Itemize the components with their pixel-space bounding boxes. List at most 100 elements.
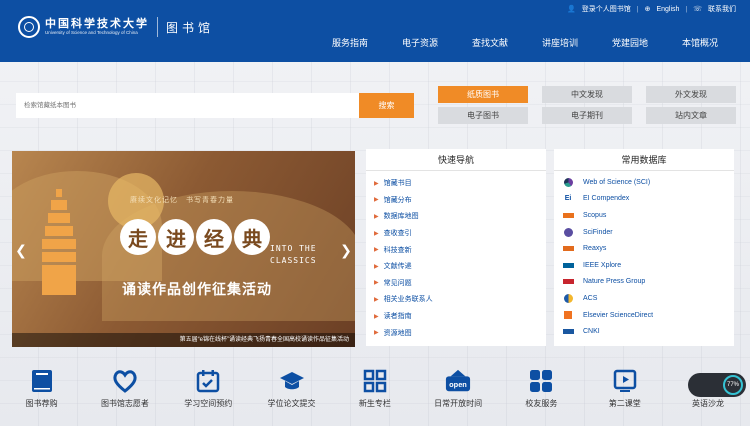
speed-gauge: 77% (723, 375, 743, 395)
quick-nav-item[interactable]: ▶ 资源地图 (374, 324, 546, 341)
quick-nav-panel: 快速导航 ▶ 馆藏书目 ▶ 馆藏分布 ▶ 数据库地图 ▶ 查收查引 ▶ 科技查新 ▶ 文献传… (366, 149, 546, 346)
database-item[interactable]: CNKI (562, 323, 734, 340)
link-contact[interactable]: 联系我们 (708, 4, 736, 14)
link-separator: | (636, 5, 639, 13)
quick-nav-label: 常见问题 (383, 279, 412, 287)
service-label: 新生专栏 (358, 399, 391, 408)
databases-panel: 常用数据库 Web of Science (SCI) Ei EI Compende… (554, 149, 734, 346)
database-item[interactable]: Reaxys (562, 240, 734, 257)
tab-site-articles[interactable]: 站内文章 (646, 107, 736, 124)
search-button[interactable]: 搜索 (359, 93, 414, 118)
quick-nav-title: 快速导航 (366, 149, 546, 171)
heart-hand-icon (112, 368, 138, 394)
database-item[interactable]: ACS (562, 290, 734, 307)
tab-foreign-discovery[interactable]: 外文发现 (646, 86, 736, 103)
nav-lectures[interactable]: 讲座培训 (525, 36, 595, 49)
database-label: CNKI (583, 328, 600, 336)
scifinder-logo-icon (562, 227, 574, 237)
database-item[interactable]: Scopus (562, 207, 734, 224)
university-logo[interactable]: 中国科学技术大学 University of Science and Techn… (18, 16, 214, 38)
quick-nav-item[interactable]: ▶ 相关业务联系人 (374, 291, 546, 308)
database-item[interactable]: SciFinder (562, 224, 734, 241)
banner-title-en: INTO THE CLASSICS (270, 244, 317, 265)
quick-nav-item[interactable]: ▶ 科技查新 (374, 241, 546, 258)
search-input[interactable] (16, 93, 359, 118)
carousel-prev-icon[interactable]: ❮ (14, 242, 28, 258)
open-sign-text: open (449, 380, 467, 389)
nature-logo-icon (562, 277, 574, 287)
banner-subtitle: 诵读作品创作征集活动 (122, 281, 272, 297)
book-icon (29, 368, 55, 394)
tab-print-books[interactable]: 纸质图书 (438, 86, 528, 103)
graduation-cap-icon (279, 368, 305, 394)
tab-e-books[interactable]: 电子图书 (438, 107, 528, 124)
service-freshmen[interactable]: 新生专栏 (333, 366, 416, 426)
triangle-icon: ▶ (374, 313, 379, 320)
phone-icon: ☏ (693, 6, 702, 13)
quick-nav-item[interactable]: ▶ 查收查引 (374, 225, 546, 242)
pagoda-illustration (42, 189, 76, 298)
banner-carousel[interactable]: 赓续文化记忆 书写青春力量 走 进 经 典 INTO THE CLASSICS … (12, 151, 355, 347)
service-thesis-submit[interactable]: 学位论文提交 (250, 366, 333, 426)
database-label: Reaxys (583, 245, 607, 253)
search-bar: 搜索 (16, 93, 414, 118)
database-label: Scopus (583, 211, 607, 219)
banner-slogan: 赓续文化记忆 书写青春力量 (130, 196, 234, 204)
database-item[interactable]: Elsevier ScienceDirect (562, 307, 734, 324)
service-label: 图书馆志愿者 (100, 399, 149, 408)
quick-nav-label: 数据库地图 (383, 213, 419, 221)
quick-nav-label: 读者指南 (383, 313, 412, 321)
service-label: 图书荐购 (25, 399, 58, 408)
quick-nav-item[interactable]: ▶ 馆藏分布 (374, 192, 546, 209)
quick-nav-item[interactable]: ▶ 常见问题 (374, 275, 546, 292)
nav-party[interactable]: 党建园地 (595, 36, 665, 49)
service-study-space[interactable]: 学习空间预约 (167, 366, 250, 426)
tab-chinese-discovery[interactable]: 中文发现 (542, 86, 632, 103)
databases-title: 常用数据库 (554, 149, 734, 171)
triangle-icon: ▶ (374, 197, 379, 204)
service-label: 学位论文提交 (267, 399, 316, 408)
service-volunteers[interactable]: 图书馆志愿者 (83, 366, 166, 426)
grid-icon (362, 368, 388, 394)
database-item[interactable]: Ei EI Compendex (562, 191, 734, 208)
globe-icon: ⊕ (644, 6, 651, 13)
university-seal-icon (18, 16, 40, 38)
nav-e-resources[interactable]: 电子资源 (385, 36, 455, 49)
ei-logo-icon: Ei (564, 195, 572, 203)
university-name-cn: 中国科学技术大学 (45, 17, 149, 30)
quick-nav-label: 资源地图 (383, 329, 412, 337)
database-label: EI Compendex (583, 195, 630, 203)
database-label: Nature Press Group (583, 278, 646, 286)
service-book-recommend[interactable]: 图书荐购 (0, 366, 83, 426)
banner-title-char: 走 (120, 219, 156, 255)
service-label: 日常开放时间 (434, 399, 483, 408)
quick-nav-item[interactable]: ▶ 文献传递 (374, 258, 546, 275)
banner-title-char: 典 (234, 219, 270, 255)
service-opening-hours[interactable]: open 日常开放时间 (416, 366, 499, 426)
network-speed-widget[interactable]: 77% (688, 373, 746, 397)
service-label: 学习空间预约 (184, 399, 233, 408)
quick-nav-item[interactable]: ▶ 数据库地图 (374, 208, 546, 225)
database-item[interactable]: Web of Science (SCI) (562, 174, 734, 191)
link-english[interactable]: English (656, 6, 679, 13)
quick-nav-item[interactable]: ▶ 读者指南 (374, 308, 546, 325)
carousel-next-icon[interactable]: ❯ (339, 242, 353, 258)
nav-find-literature[interactable]: 查找文献 (455, 36, 525, 49)
nav-service-guide[interactable]: 服务指南 (315, 36, 385, 49)
database-item[interactable]: Nature Press Group (562, 274, 734, 291)
quick-nav-label: 科技查新 (383, 246, 412, 254)
acs-logo-icon (562, 293, 574, 303)
triangle-icon: ▶ (374, 263, 379, 270)
quick-nav-item[interactable]: ▶ 馆藏书目 (374, 175, 546, 192)
nav-about[interactable]: 本馆概况 (665, 36, 735, 49)
banner-caption[interactable]: 第五届“e锦在线杯”诵读经典飞扬青春全国高校诵读作品征集活动 (12, 333, 355, 347)
service-second-classroom[interactable]: 第二课堂 (583, 366, 666, 426)
tab-e-journals[interactable]: 电子期刊 (542, 107, 632, 124)
quick-nav-label: 文献传递 (383, 263, 412, 271)
link-login[interactable]: 登录个人图书馆 (582, 4, 631, 14)
header: 中国科学技术大学 University of Science and Techn… (0, 0, 750, 62)
banner-title-char: 进 (158, 219, 194, 255)
logo-divider (157, 17, 158, 37)
service-alumni[interactable]: 校友服务 (500, 366, 583, 426)
database-item[interactable]: IEEE Xplore (562, 257, 734, 274)
